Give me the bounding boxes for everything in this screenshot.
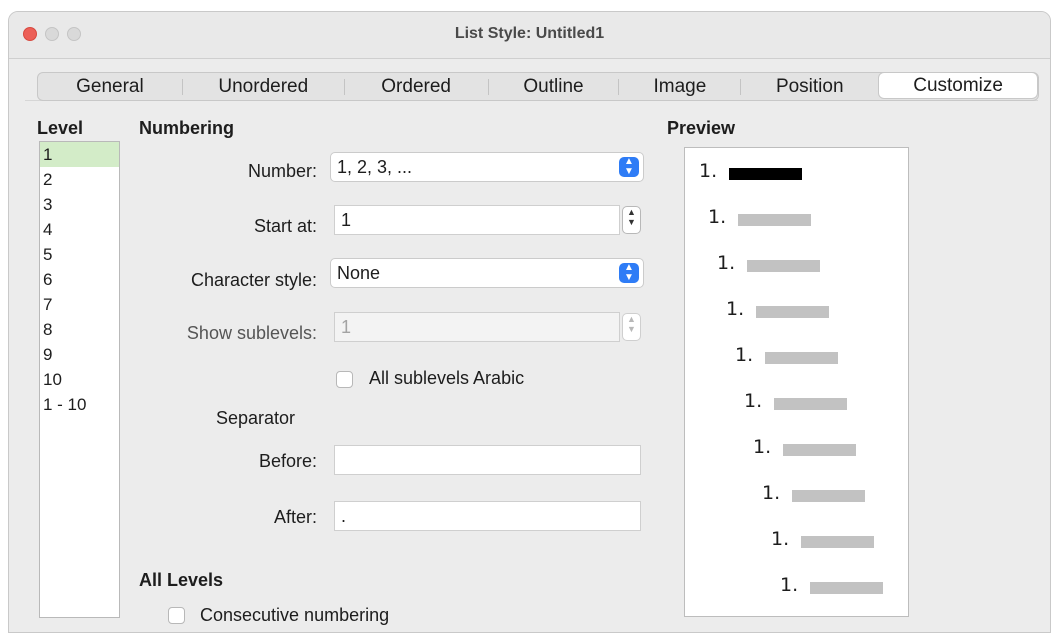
consecutive-numbering-label: Consecutive numbering — [200, 605, 390, 625]
tab-image[interactable]: Image — [619, 73, 740, 100]
before-field[interactable] — [334, 445, 641, 475]
after-label: After: — [273, 507, 317, 527]
window-title: List Style: Untitled1 — [454, 25, 605, 42]
preview-number: 1. — [699, 160, 718, 182]
preview-number: 1. — [744, 390, 763, 412]
show-sublevels-label: Show sublevels: — [186, 323, 317, 343]
chevron-updown-icon: ▲ ▼ — [619, 263, 639, 283]
show-sublevels-field: 1 — [334, 312, 620, 342]
preview-bar — [729, 168, 802, 180]
level-item-10[interactable]: 10 — [40, 367, 119, 392]
start-at-label: Start at: — [253, 216, 317, 236]
title-bar: List Style: Untitled1 — [9, 12, 1050, 59]
level-header: Level — [37, 118, 84, 138]
character-style-value: None — [337, 263, 381, 283]
character-style-label: Character style: — [190, 270, 317, 290]
preview-bar — [756, 306, 829, 318]
tab-bar: General Unordered Ordered Outline Image … — [37, 72, 1039, 101]
level-item-3[interactable]: 3 — [40, 192, 119, 217]
customize-panel: Level 1 2 3 4 5 6 7 8 9 10 1 - 10 Number… — [25, 100, 1038, 632]
preview-bar — [765, 352, 838, 364]
level-item-5[interactable]: 5 — [40, 242, 119, 267]
start-at-stepper[interactable]: ▲ ▼ — [622, 206, 641, 234]
preview-bar — [774, 398, 847, 410]
tab-customize[interactable]: Customize — [878, 72, 1039, 99]
preview-pane: 1. 1. 1. 1. 1. 1. 1. 1. 1. 1. — [684, 147, 909, 617]
preview-bar — [792, 490, 865, 502]
all-sublevels-arabic-label: All sublevels Arabic — [369, 368, 525, 388]
show-sublevels-stepper: ▲ ▼ — [622, 313, 641, 341]
preview-number: 1. — [708, 206, 727, 228]
tab-unordered[interactable]: Unordered — [183, 73, 344, 100]
preview-number: 1. — [780, 574, 799, 596]
dialog-content: Level 1 2 3 4 5 6 7 8 9 10 1 - 10 Number… — [25, 72, 1039, 632]
tab-position[interactable]: Position — [741, 73, 878, 100]
level-item-6[interactable]: 6 — [40, 267, 119, 292]
separator-label: Separator — [216, 408, 296, 428]
all-levels-header: All Levels — [139, 570, 224, 590]
dialog-window: List Style: Untitled1 Level 1 2 3 4 5 6 … — [8, 11, 1051, 633]
preview-number: 1. — [762, 482, 781, 504]
level-item-1-10[interactable]: 1 - 10 — [40, 392, 119, 417]
number-select[interactable]: 1, 2, 3, ... ▲ ▼ — [330, 152, 644, 182]
preview-bar — [801, 536, 874, 548]
after-field[interactable]: . — [334, 501, 641, 531]
level-item-1[interactable]: 1 — [40, 142, 119, 167]
consecutive-numbering-checkbox[interactable] — [168, 607, 185, 624]
all-sublevels-arabic-checkbox[interactable] — [336, 371, 353, 388]
start-at-field[interactable]: 1 — [334, 205, 620, 235]
preview-number: 1. — [753, 436, 772, 458]
preview-bar — [810, 582, 883, 594]
number-label: Number: — [247, 161, 317, 181]
tab-outline[interactable]: Outline — [489, 73, 619, 100]
chevron-updown-icon: ▲ ▼ — [619, 157, 639, 177]
preview-bar — [738, 214, 811, 226]
character-style-select[interactable]: None ▲ ▼ — [330, 258, 644, 288]
preview-bar — [747, 260, 820, 272]
preview-number: 1. — [771, 528, 790, 550]
before-label: Before: — [258, 451, 317, 471]
tab-ordered[interactable]: Ordered — [345, 73, 488, 100]
level-item-8[interactable]: 8 — [40, 317, 119, 342]
level-list[interactable]: 1 2 3 4 5 6 7 8 9 10 1 - 10 — [39, 141, 120, 618]
preview-number: 1. — [717, 252, 736, 274]
preview-number: 1. — [726, 298, 745, 320]
numbering-header: Numbering — [139, 118, 235, 138]
level-item-7[interactable]: 7 — [40, 292, 119, 317]
level-item-9[interactable]: 9 — [40, 342, 119, 367]
level-item-4[interactable]: 4 — [40, 217, 119, 242]
preview-header: Preview — [667, 118, 736, 138]
preview-number: 1. — [735, 344, 754, 366]
preview-bar — [783, 444, 856, 456]
level-item-2[interactable]: 2 — [40, 167, 119, 192]
number-select-value: 1, 2, 3, ... — [337, 157, 413, 177]
tab-general[interactable]: General — [38, 73, 182, 100]
